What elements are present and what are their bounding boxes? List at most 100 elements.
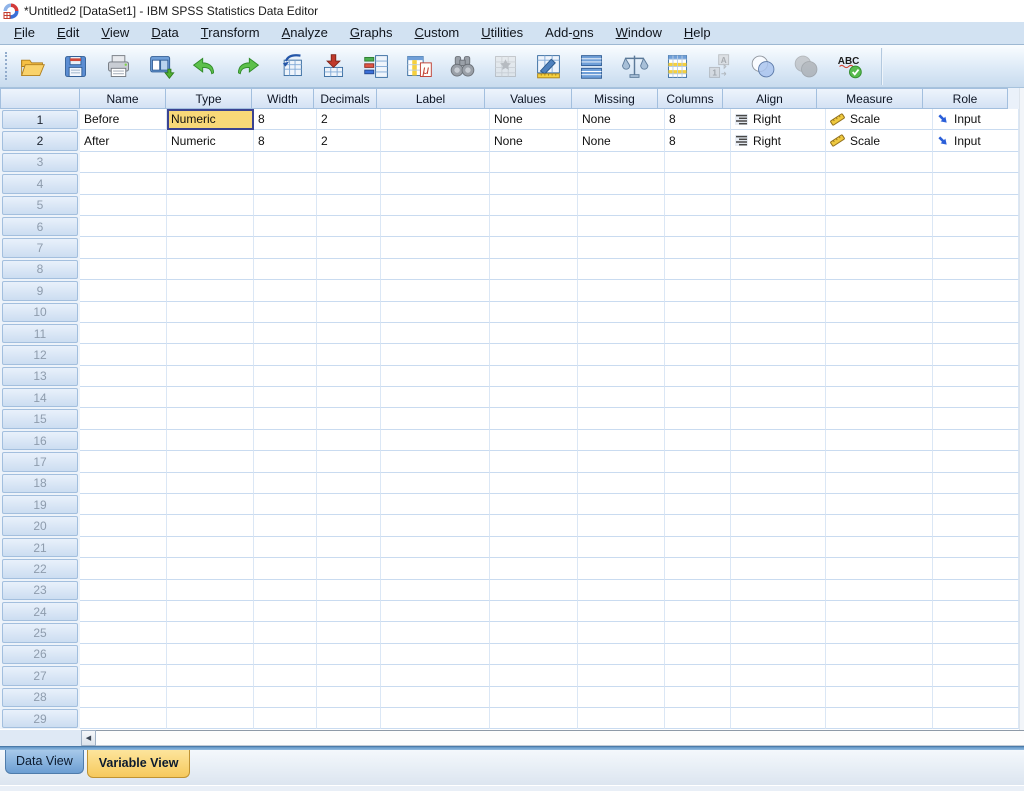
cell-r17-role[interactable] (933, 451, 1019, 472)
cell-r21-role[interactable] (933, 537, 1019, 558)
cell-r29-align[interactable] (731, 708, 826, 729)
cell-r2-columns[interactable]: 8 (665, 130, 731, 151)
cell-r27-label[interactable] (381, 665, 490, 686)
cell-r19-decimals[interactable] (317, 494, 381, 515)
goto-variable-icon[interactable] (318, 51, 348, 81)
cell-r18-measure[interactable] (826, 473, 933, 494)
cell-r29-values[interactable] (490, 708, 578, 729)
cell-r16-missing[interactable] (578, 430, 665, 451)
cell-r22-role[interactable] (933, 558, 1019, 579)
cell-r16-decimals[interactable] (317, 430, 381, 451)
cell-r5-decimals[interactable] (317, 195, 381, 216)
cell-r12-width[interactable] (254, 344, 317, 365)
grid-corner-cell[interactable] (0, 88, 80, 109)
cell-r28-name[interactable] (80, 687, 167, 708)
cell-r3-measure[interactable] (826, 152, 933, 173)
column-header-type[interactable]: Type (165, 88, 252, 109)
cell-r6-role[interactable] (933, 216, 1019, 237)
cell-r11-width[interactable] (254, 323, 317, 344)
cell-r22-missing[interactable] (578, 558, 665, 579)
cell-r8-type[interactable] (167, 259, 254, 280)
cell-r1-name[interactable]: Before (80, 109, 167, 130)
cell-r2-align[interactable]: Right (731, 130, 826, 151)
cell-r2-measure[interactable]: Scale (826, 130, 933, 151)
save-icon[interactable] (60, 51, 90, 81)
cell-r29-name[interactable] (80, 708, 167, 729)
cell-r27-values[interactable] (490, 665, 578, 686)
cell-r23-label[interactable] (381, 580, 490, 601)
cell-r29-columns[interactable] (665, 708, 731, 729)
row-header-26[interactable]: 26 (2, 645, 78, 664)
cell-r14-role[interactable] (933, 387, 1019, 408)
tab-variable-view[interactable]: Variable View (87, 750, 191, 778)
cell-r13-label[interactable] (381, 366, 490, 387)
open-data-icon[interactable] (17, 51, 47, 81)
row-header-1[interactable]: 1 (2, 110, 78, 129)
menu-item-graphs[interactable]: Graphs (339, 22, 404, 44)
cell-r28-align[interactable] (731, 687, 826, 708)
cell-r24-missing[interactable] (578, 601, 665, 622)
cell-r21-missing[interactable] (578, 537, 665, 558)
cell-r29-role[interactable] (933, 708, 1019, 729)
cell-r12-type[interactable] (167, 344, 254, 365)
cell-r7-align[interactable] (731, 237, 826, 258)
variables-icon[interactable] (361, 51, 391, 81)
cell-r15-label[interactable] (381, 408, 490, 429)
select-cases-icon[interactable] (662, 51, 692, 81)
cell-r20-type[interactable] (167, 515, 254, 536)
cell-r4-measure[interactable] (826, 173, 933, 194)
row-header-9[interactable]: 9 (2, 281, 78, 300)
cell-r12-values[interactable] (490, 344, 578, 365)
cell-r22-columns[interactable] (665, 558, 731, 579)
cell-r10-decimals[interactable] (317, 302, 381, 323)
cell-r2-width[interactable]: 8 (254, 130, 317, 151)
cell-r25-width[interactable] (254, 622, 317, 643)
cell-r23-align[interactable] (731, 580, 826, 601)
cell-r26-type[interactable] (167, 644, 254, 665)
cell-r22-values[interactable] (490, 558, 578, 579)
row-header-6[interactable]: 6 (2, 217, 78, 236)
cell-r25-type[interactable] (167, 622, 254, 643)
cell-r25-measure[interactable] (826, 622, 933, 643)
row-header-11[interactable]: 11 (2, 324, 78, 343)
column-header-width[interactable]: Width (251, 88, 314, 109)
menu-item-edit[interactable]: Edit (46, 22, 90, 44)
cell-r16-role[interactable] (933, 430, 1019, 451)
cell-r21-values[interactable] (490, 537, 578, 558)
cell-r29-label[interactable] (381, 708, 490, 729)
cell-r27-decimals[interactable] (317, 665, 381, 686)
cell-r24-measure[interactable] (826, 601, 933, 622)
cell-r22-align[interactable] (731, 558, 826, 579)
menu-item-file[interactable]: File (3, 22, 46, 44)
cell-r25-columns[interactable] (665, 622, 731, 643)
cell-r5-name[interactable] (80, 195, 167, 216)
cell-r20-label[interactable] (381, 515, 490, 536)
cell-r25-role[interactable] (933, 622, 1019, 643)
cell-r6-missing[interactable] (578, 216, 665, 237)
menu-item-transform[interactable]: Transform (190, 22, 271, 44)
cell-r12-name[interactable] (80, 344, 167, 365)
cell-r13-measure[interactable] (826, 366, 933, 387)
cell-r11-columns[interactable] (665, 323, 731, 344)
row-header-17[interactable]: 17 (2, 452, 78, 471)
cell-r26-label[interactable] (381, 644, 490, 665)
cell-r28-missing[interactable] (578, 687, 665, 708)
cell-r26-missing[interactable] (578, 644, 665, 665)
cell-r15-measure[interactable] (826, 408, 933, 429)
cell-r15-missing[interactable] (578, 408, 665, 429)
cell-r27-columns[interactable] (665, 665, 731, 686)
column-header-missing[interactable]: Missing (571, 88, 658, 109)
cell-r9-columns[interactable] (665, 280, 731, 301)
cell-r24-label[interactable] (381, 601, 490, 622)
cell-r5-type[interactable] (167, 195, 254, 216)
row-header-2[interactable]: 2 (2, 131, 78, 150)
tab-data-view[interactable]: Data View (5, 750, 84, 774)
undo-icon[interactable] (189, 51, 219, 81)
row-header-21[interactable]: 21 (2, 538, 78, 557)
cell-r12-measure[interactable] (826, 344, 933, 365)
cell-r18-width[interactable] (254, 473, 317, 494)
cell-r28-role[interactable] (933, 687, 1019, 708)
cell-r8-name[interactable] (80, 259, 167, 280)
cell-r22-width[interactable] (254, 558, 317, 579)
cell-r3-align[interactable] (731, 152, 826, 173)
